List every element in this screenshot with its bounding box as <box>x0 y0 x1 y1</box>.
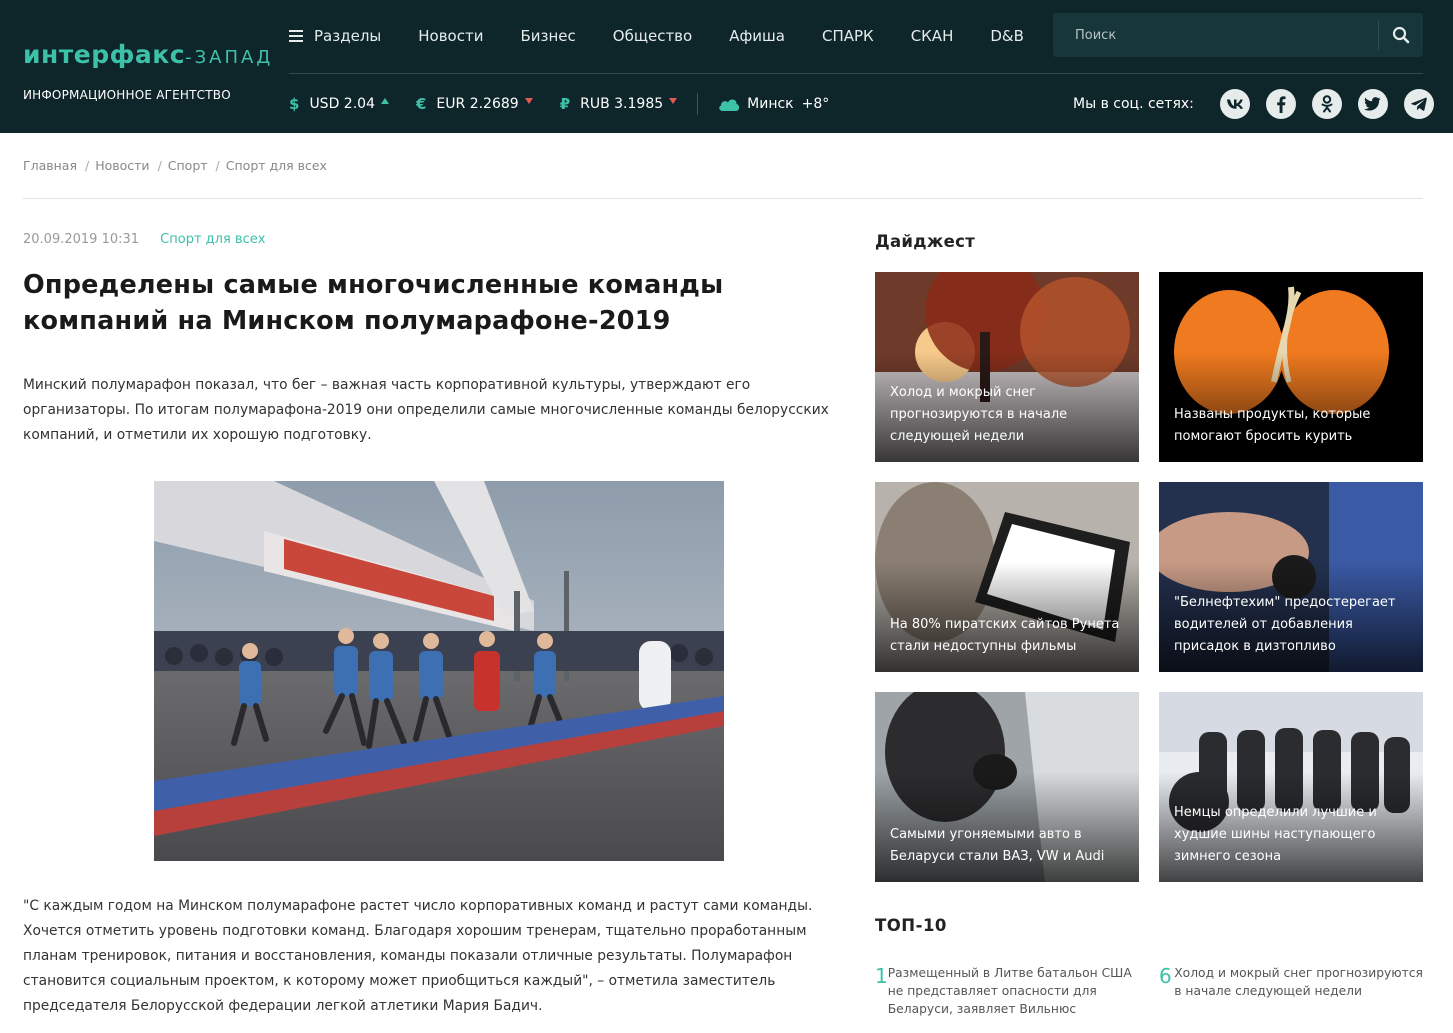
top10-item[interactable]: 1 Размещенный в Литве батальон США не пр… <box>875 964 1140 1018</box>
rate-eur[interactable]: € EUR 2.2689 <box>416 95 533 113</box>
trend-down-icon <box>524 98 533 104</box>
rate-value: USD 2.04 <box>309 96 375 112</box>
nav-item-dnb[interactable]: D&B <box>990 27 1024 45</box>
weather-city: Минск <box>747 96 794 112</box>
main-nav: Разделы Новости Бизнес Общество Афиша СП… <box>289 22 1061 50</box>
top10-title: ТОП-10 <box>875 916 947 935</box>
card-caption: "Белнефтехим" предостерегает водителей о… <box>1174 595 1396 654</box>
facebook-icon[interactable] <box>1265 89 1296 119</box>
digest-card[interactable]: "Белнефтехим" предостерегает водителей о… <box>1159 482 1423 672</box>
digest-card[interactable]: На 80% пиратских сайтов Рунета стали нед… <box>875 482 1139 672</box>
top10-item[interactable]: 6 Холод и мокрый снег прогнозируются в н… <box>1159 964 1423 1000</box>
card-caption: Самыми угоняемыми авто в Беларуси стали … <box>890 827 1105 864</box>
nav-item-spark[interactable]: СПАРК <box>822 27 874 45</box>
weather-widget[interactable]: Минск +8° <box>718 96 829 112</box>
vk-icon[interactable] <box>1219 89 1250 119</box>
digest-title: Дайджест <box>875 232 976 251</box>
logo[interactable]: интерфакс-ЗАПАД <box>23 40 273 69</box>
currency-rates: $ USD 2.04 € EUR 2.2689 ₽ RUB 3.1985 Мин… <box>289 93 829 115</box>
breadcrumb-news[interactable]: Новости <box>95 158 149 173</box>
card-caption: На 80% пиратских сайтов Рунета стали нед… <box>890 617 1120 654</box>
top10-text: Размещенный в Литве батальон США не пред… <box>887 966 1132 1016</box>
rate-usd[interactable]: $ USD 2.04 <box>289 95 389 113</box>
article-category-link[interactable]: Спорт для всех <box>160 232 265 247</box>
weather-temp: +8° <box>801 96 830 112</box>
site-header: интерфакс-ЗАПАД ИНФОРМАЦИОННОЕ АГЕНТСТВО… <box>0 0 1453 133</box>
article-meta: 20.09.2019 10:31 Спорт для всех <box>23 232 265 247</box>
digest-card[interactable]: Холод и мокрый снег прогнозируются в нач… <box>875 272 1139 462</box>
nav-item-afisha[interactable]: Афиша <box>729 27 785 45</box>
search-icon <box>1392 26 1410 44</box>
cloud-icon <box>719 99 740 111</box>
search-button[interactable] <box>1379 13 1423 57</box>
breadcrumb-separator: / <box>215 158 220 173</box>
top10-number: 1 <box>875 964 888 988</box>
breadcrumb-sport[interactable]: Спорт <box>168 158 208 173</box>
nav-item-news[interactable]: Новости <box>418 27 483 45</box>
article-quote: "С каждым годом на Минском полумарафоне … <box>23 898 813 1014</box>
breadcrumb-home[interactable]: Главная <box>23 158 77 173</box>
top10-text: Холод и мокрый снег прогнозируются в нач… <box>1174 966 1423 998</box>
rate-value: RUB 3.1985 <box>580 96 664 112</box>
digest-card[interactable]: Названы продукты, которые помогают броси… <box>1159 272 1423 462</box>
article-photo <box>154 481 724 861</box>
card-caption: Названы продукты, которые помогают броси… <box>1174 407 1371 444</box>
breadcrumb-divider <box>23 198 1423 199</box>
header-divider <box>289 73 1423 74</box>
search-box <box>1053 13 1423 57</box>
top10-number: 6 <box>1159 964 1172 988</box>
hamburger-icon <box>289 30 303 42</box>
social-label: Мы в соц. сетях: <box>1073 96 1194 112</box>
trend-down-icon <box>669 98 678 104</box>
odnoklassniki-icon[interactable] <box>1311 89 1342 119</box>
rate-rub[interactable]: ₽ RUB 3.1985 <box>559 95 678 113</box>
nav-item-society[interactable]: Общество <box>613 27 692 45</box>
twitter-icon[interactable] <box>1357 89 1388 119</box>
telegram-icon[interactable] <box>1403 89 1434 119</box>
dollar-icon: $ <box>289 95 300 113</box>
article-lead: Минский полумарафон показал, что бег – в… <box>23 377 829 443</box>
nav-item-scan[interactable]: СКАН <box>911 27 954 45</box>
trend-up-icon <box>380 98 389 104</box>
card-caption: Холод и мокрый снег прогнозируются в нач… <box>890 385 1068 444</box>
rate-value: EUR 2.2689 <box>436 96 519 112</box>
breadcrumb-separator: / <box>157 158 162 173</box>
logo-text: интерфакс-ЗАПАД <box>23 40 274 69</box>
nav-sections-menu[interactable]: Разделы <box>289 27 381 45</box>
logo-subtitle: ИНФОРМАЦИОННОЕ АГЕНТСТВО <box>23 88 231 102</box>
social-links: Мы в соц. сетях: <box>1073 89 1434 119</box>
digest-card[interactable]: Немцы определили лучшие и худшие шины на… <box>1159 692 1423 882</box>
card-caption: Немцы определили лучшие и худшие шины на… <box>1174 805 1377 864</box>
rates-divider <box>697 93 699 115</box>
search-input[interactable] <box>1053 13 1378 57</box>
article-title: Определены самые многочисленные команды … <box>23 270 724 336</box>
euro-icon: € <box>415 95 427 113</box>
breadcrumb-sport-for-all[interactable]: Спорт для всех <box>226 158 327 173</box>
digest-card[interactable]: Самыми угоняемыми авто в Беларуси стали … <box>875 692 1139 882</box>
nav-item-business[interactable]: Бизнес <box>520 27 575 45</box>
breadcrumb-separator: / <box>85 158 90 173</box>
breadcrumb: Главная / Новости / Спорт / Спорт для вс… <box>23 158 327 173</box>
ruble-icon: ₽ <box>559 95 571 113</box>
article-date: 20.09.2019 10:31 <box>23 232 140 247</box>
